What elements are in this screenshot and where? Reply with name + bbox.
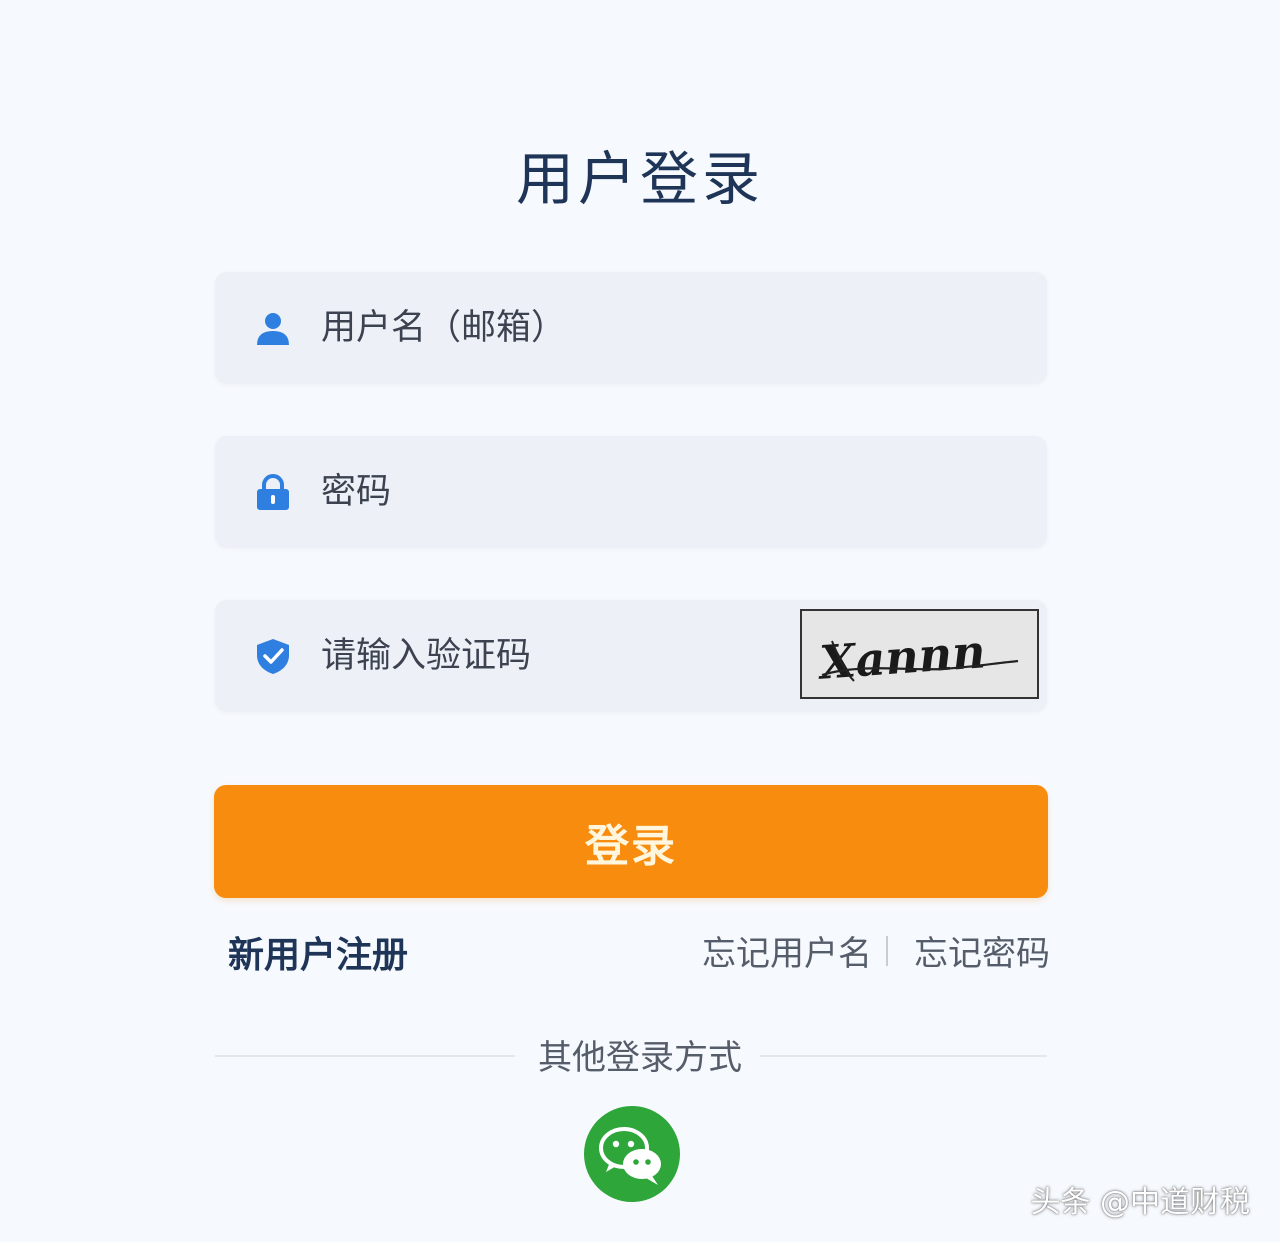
lock-icon bbox=[255, 474, 291, 510]
password-field[interactable] bbox=[215, 436, 1047, 548]
forgot-username-link[interactable]: 忘记用户名 bbox=[702, 926, 872, 975]
username-input[interactable] bbox=[321, 298, 981, 358]
captcha-input[interactable] bbox=[321, 626, 781, 686]
password-input[interactable] bbox=[321, 462, 981, 522]
captcha-text: Xannn bbox=[815, 624, 987, 690]
wechat-login-button[interactable] bbox=[584, 1106, 680, 1202]
wechat-icon bbox=[599, 1127, 661, 1185]
captcha-image[interactable]: Xannn bbox=[800, 609, 1039, 699]
user-icon bbox=[255, 310, 291, 346]
link-separator bbox=[886, 935, 888, 966]
divider-right bbox=[760, 1055, 1047, 1057]
captcha-drawing: Xannn bbox=[815, 624, 1019, 690]
forgot-password-link[interactable]: 忘记密码 bbox=[914, 926, 1050, 975]
register-link[interactable]: 新用户注册 bbox=[228, 926, 408, 978]
login-button[interactable]: 登录 bbox=[214, 785, 1048, 898]
other-login-title: 其他登录方式 bbox=[538, 1038, 742, 1078]
page-title: 用户登录 bbox=[515, 145, 764, 213]
username-field[interactable] bbox=[215, 272, 1047, 384]
forgot-links: 忘记用户名 忘记密码 bbox=[702, 926, 1050, 975]
shield-check-icon bbox=[255, 638, 291, 674]
watermark-text: 头条 @中道财税 bbox=[1030, 1185, 1250, 1220]
captcha-field[interactable]: Xannn bbox=[215, 600, 1047, 712]
